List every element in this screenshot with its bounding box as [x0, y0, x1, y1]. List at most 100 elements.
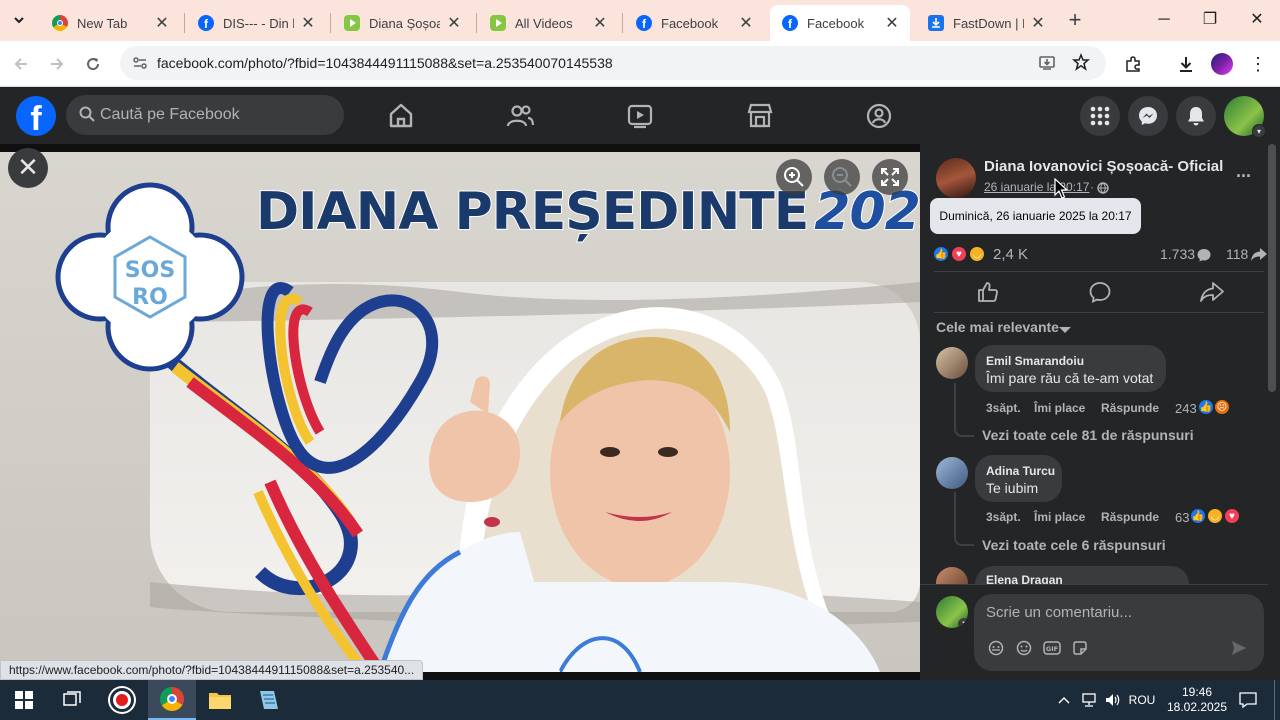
address-bar[interactable]: facebook.com/photo/?fbid=104384449111508…	[120, 46, 1106, 80]
date-tooltip: Duminică, 26 ianuarie 2025 la 20:17	[930, 198, 1141, 234]
chrome-icon	[52, 15, 68, 31]
zoom-in-button[interactable]	[776, 159, 812, 195]
send-icon[interactable]	[1230, 639, 1248, 662]
comment-author[interactable]: Elena Dragan	[986, 573, 1063, 584]
close-tab-icon[interactable]: ✕	[1030, 13, 1046, 33]
profile-button[interactable]	[1209, 51, 1235, 77]
tab-facebook-1[interactable]: f Facebook ✕	[624, 5, 764, 41]
comment-like-link[interactable]: Îmi place	[1034, 510, 1085, 524]
comment-reply-link[interactable]: Răspunde	[1101, 401, 1159, 415]
reload-button[interactable]	[80, 51, 106, 77]
sticker-icon[interactable]	[1072, 640, 1088, 661]
comment-input[interactable]: Scrie un comentariu... GIF	[974, 594, 1264, 671]
close-photo-button[interactable]: ✕	[8, 148, 48, 188]
share-button[interactable]	[1199, 280, 1225, 309]
restore-button[interactable]: ❐	[1187, 6, 1233, 34]
menu-grid-button[interactable]	[1080, 96, 1120, 136]
messenger-button[interactable]	[1128, 96, 1168, 136]
nav-video[interactable]	[625, 101, 655, 131]
show-hidden-icons-button[interactable]	[1054, 680, 1074, 720]
taskbar-recorder[interactable]	[98, 680, 146, 720]
notifications-button[interactable]	[1176, 96, 1216, 136]
nav-marketplace[interactable]	[745, 101, 775, 131]
show-desktop-button[interactable]	[1274, 680, 1275, 720]
close-tab-icon[interactable]: ✕	[154, 13, 170, 33]
nav-groups[interactable]	[864, 101, 894, 131]
notifications-center-button[interactable]	[1234, 680, 1262, 720]
taskbar-app[interactable]	[244, 680, 292, 720]
language-indicator[interactable]: ROU	[1126, 680, 1158, 720]
tab-facebook-active[interactable]: f Facebook ✕	[770, 5, 910, 41]
comment-avatar[interactable]	[936, 347, 968, 379]
menu-button[interactable]: ⋮	[1245, 51, 1271, 77]
tab-diana[interactable]: Diana Șoșoacă ✕	[332, 5, 472, 41]
current-user-avatar[interactable]: ▾	[936, 596, 968, 628]
task-view-button[interactable]	[48, 680, 96, 720]
volume-icon[interactable]	[1102, 680, 1124, 720]
minimize-button[interactable]: ─	[1141, 6, 1187, 34]
comment-avatar[interactable]	[936, 567, 968, 584]
close-tab-icon[interactable]: ✕	[738, 13, 754, 33]
close-tab-icon[interactable]: ✕	[592, 13, 608, 33]
bookmark-star-icon[interactable]	[1072, 52, 1090, 76]
post-date[interactable]: 26 ianuarie la 20:17	[984, 180, 1089, 194]
svg-text:GIF: GIF	[1046, 645, 1058, 653]
close-tab-icon[interactable]: ✕	[446, 13, 462, 33]
comment-button[interactable]	[1088, 280, 1112, 309]
comment-time[interactable]: 3săpt.	[986, 401, 1021, 415]
extensions-button[interactable]	[1120, 51, 1146, 77]
facebook-logo[interactable]: f	[16, 96, 56, 138]
panel-scrollbar[interactable]	[1268, 144, 1276, 392]
tab-fastdown[interactable]: FastDown | Fa ✕	[916, 5, 1056, 41]
comments-count[interactable]: 1.733	[1160, 246, 1195, 262]
view-replies-link[interactable]: Vezi toate cele 81 de răspunsuri	[982, 427, 1194, 443]
more-options-button[interactable]: ···	[1236, 166, 1252, 187]
install-app-icon[interactable]	[1038, 54, 1056, 77]
tab-dis[interactable]: f DIS--- - Din la ✕	[186, 5, 326, 41]
comment-reply-link[interactable]: Răspunde	[1101, 510, 1159, 524]
account-avatar[interactable]: ▾	[1224, 96, 1266, 138]
close-tab-icon[interactable]: ✕	[884, 13, 900, 33]
tab-search-button[interactable]	[6, 8, 32, 32]
comment-time[interactable]: 3săpt.	[986, 510, 1021, 524]
nav-friends[interactable]	[505, 101, 535, 131]
author-avatar[interactable]	[936, 158, 976, 198]
comment-avatar[interactable]	[936, 457, 968, 489]
clock[interactable]: 19:46 18.02.2025	[1162, 680, 1232, 720]
fullscreen-button[interactable]	[872, 159, 908, 195]
share-icon	[1200, 282, 1224, 302]
taskbar-file-explorer[interactable]	[196, 680, 244, 720]
emoji-icon[interactable]	[1016, 640, 1032, 661]
gif-icon[interactable]: GIF	[1043, 640, 1061, 661]
tab-new-tab[interactable]: New Tab ✕	[40, 5, 180, 41]
zoom-out-button[interactable]	[824, 159, 860, 195]
facebook-search[interactable]: Caută pe Facebook	[66, 95, 344, 135]
close-tab-icon[interactable]: ✕	[300, 13, 316, 33]
taskbar-chrome[interactable]	[148, 680, 196, 720]
downloads-button[interactable]	[1173, 51, 1199, 77]
mouse-cursor-icon	[1054, 177, 1069, 205]
site-info-icon[interactable]	[132, 55, 148, 71]
comment-author[interactable]: Adina Turcu	[986, 464, 1055, 478]
tab-title: Facebook	[807, 15, 865, 31]
comment-like-link[interactable]: Îmi place	[1034, 401, 1085, 415]
network-icon[interactable]	[1078, 680, 1100, 720]
sort-comments-dropdown[interactable]: Cele mai relevante	[936, 319, 1059, 335]
comment-author[interactable]: Emil Smarandoiu	[986, 354, 1084, 368]
like-button[interactable]	[976, 280, 1000, 309]
nav-home[interactable]	[386, 101, 416, 131]
back-button[interactable]	[8, 51, 34, 77]
post-author[interactable]: Diana Iovanovici Șoșoacă- Oficial	[984, 158, 1223, 175]
download-icon	[1180, 57, 1192, 72]
avatar-sticker-icon[interactable]	[988, 640, 1004, 661]
shares-count[interactable]: 118	[1226, 246, 1248, 262]
comment-reactions-count[interactable]: 243	[1175, 401, 1197, 416]
forward-button[interactable]	[44, 51, 70, 77]
close-window-button[interactable]: ✕	[1234, 6, 1280, 34]
new-tab-button[interactable]: +	[1064, 8, 1086, 32]
view-replies-link[interactable]: Vezi toate cele 6 răspunsuri	[982, 537, 1166, 553]
reactions-count[interactable]: 2,4 K	[993, 246, 1028, 263]
start-button[interactable]	[0, 680, 48, 720]
comment-reactions-count[interactable]: 63	[1175, 510, 1189, 525]
tab-all-videos[interactable]: All Videos ✕	[478, 5, 618, 41]
